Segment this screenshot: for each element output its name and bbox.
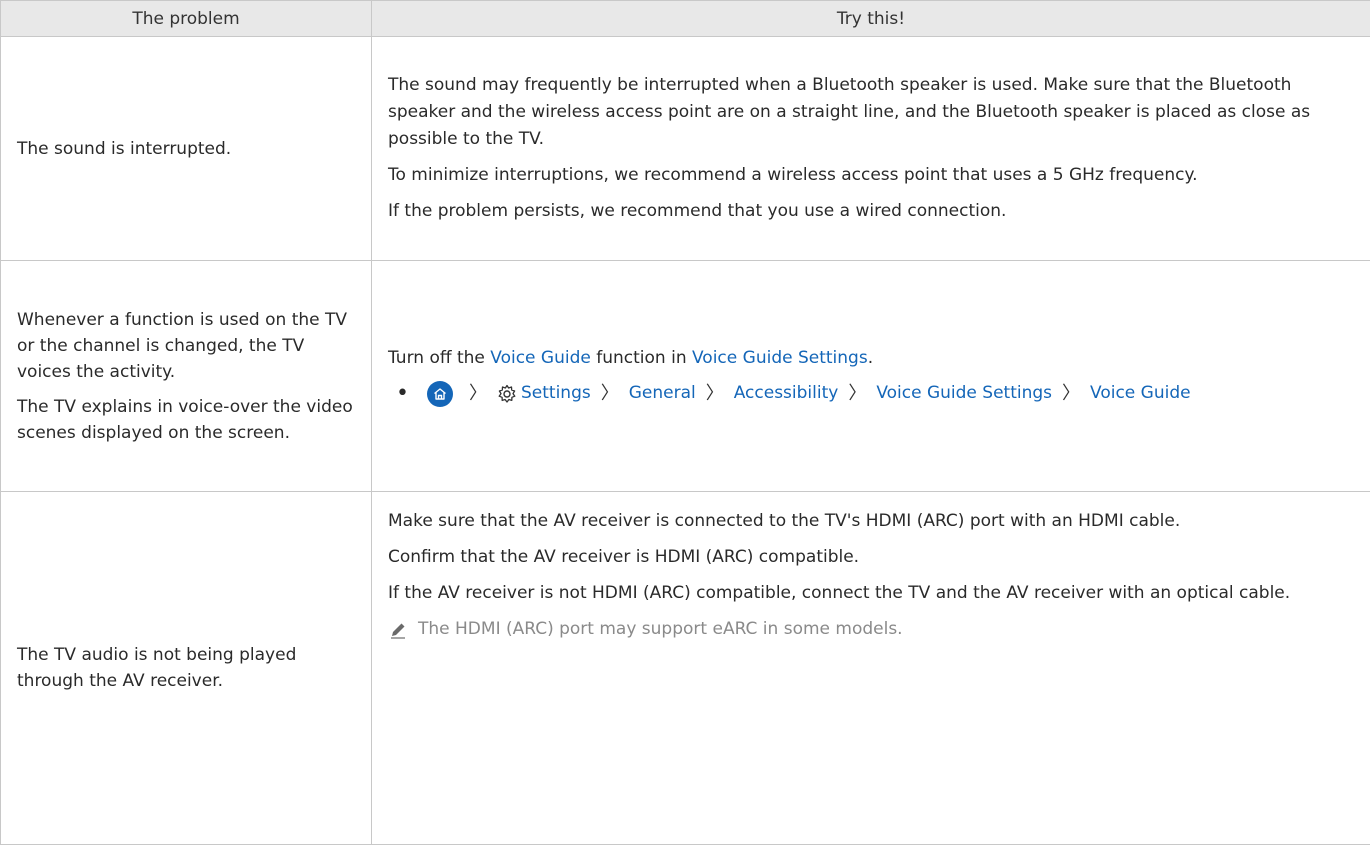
solution-cell: The sound may frequently be interrupted … [372, 37, 1370, 261]
table-row: Whenever a function is used on the TV or… [1, 261, 1370, 492]
header-problem: The problem [1, 1, 372, 37]
intro-mid: function in [591, 348, 692, 368]
table-header: The problem Try this! [1, 1, 1370, 37]
note-text: The HDMI (ARC) port may support eARC in … [418, 616, 903, 643]
path-item-voice-guide-settings[interactable]: Voice Guide Settings [876, 380, 1052, 407]
chevron-right-icon: 〉 [706, 380, 724, 407]
path-item-settings[interactable]: Settings [521, 380, 591, 407]
table-row: The sound is interrupted. The sound may … [1, 37, 1370, 261]
solution-cell: Make sure that the AV receiver is connec… [372, 492, 1370, 845]
intro-post: . [868, 348, 873, 368]
note: The HDMI (ARC) port may support eARC in … [388, 616, 1352, 643]
solution-text: If the AV receiver is not HDMI (ARC) com… [388, 580, 1352, 607]
menu-path: • 〉 Settings 〉 General 〉 Accessibility 〉… [388, 380, 1352, 407]
problem-cell: The sound is interrupted. [1, 37, 372, 261]
solution-text: The sound may frequently be interrupted … [388, 72, 1352, 153]
path-item-general[interactable]: General [629, 380, 696, 407]
problem-cell: Whenever a function is used on the TV or… [1, 261, 372, 492]
problem-text: The sound is interrupted. [17, 136, 359, 162]
solution-text: Make sure that the AV receiver is connec… [388, 508, 1352, 535]
solution-text: Confirm that the AV receiver is HDMI (AR… [388, 544, 1352, 571]
path-item-voice-guide[interactable]: Voice Guide [1090, 380, 1191, 407]
gear-icon [497, 384, 517, 404]
problem-cell: The TV audio is not being played through… [1, 492, 372, 845]
chevron-right-icon: 〉 [1062, 380, 1080, 407]
problem-text: The TV explains in voice-over the video … [17, 394, 359, 446]
table-row: The TV audio is not being played through… [1, 492, 1370, 845]
problem-text: The TV audio is not being played through… [17, 642, 359, 694]
solution-intro: Turn off the Voice Guide function in Voi… [388, 345, 1352, 372]
home-icon[interactable] [427, 381, 453, 407]
voice-guide-settings-link[interactable]: Voice Guide Settings [692, 348, 868, 368]
voice-guide-link[interactable]: Voice Guide [490, 348, 591, 368]
troubleshooting-table: The problem Try this! The sound is inter… [0, 0, 1370, 845]
pencil-icon [388, 620, 408, 640]
problem-text: Whenever a function is used on the TV or… [17, 307, 359, 385]
chevron-right-icon: 〉 [469, 380, 487, 407]
header-try-this: Try this! [372, 1, 1370, 37]
solution-text: If the problem persists, we recommend th… [388, 198, 1352, 225]
solution-cell: Turn off the Voice Guide function in Voi… [372, 261, 1370, 492]
chevron-right-icon: 〉 [601, 380, 619, 407]
solution-text: To minimize interruptions, we recommend … [388, 162, 1352, 189]
path-item-accessibility[interactable]: Accessibility [734, 380, 839, 407]
bullet: • [396, 384, 409, 404]
intro-pre: Turn off the [388, 348, 490, 368]
chevron-right-icon: 〉 [848, 380, 866, 407]
